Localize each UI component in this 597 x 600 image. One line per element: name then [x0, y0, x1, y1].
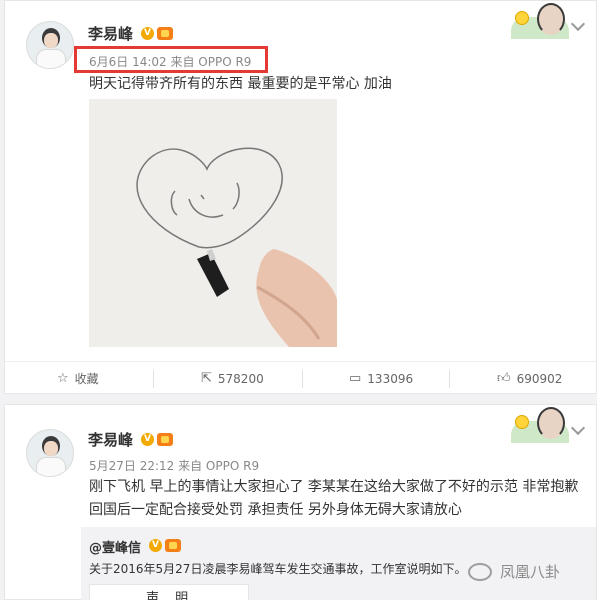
post-text: 明天记得带齐所有的东西 最重要的是平常心 加油 — [89, 76, 392, 92]
comment-button[interactable]: ▭ 133096 — [349, 362, 413, 395]
avatar[interactable] — [26, 21, 74, 69]
highlight-box — [74, 46, 268, 73]
post-image[interactable] — [89, 99, 337, 347]
card-decoration-icon — [511, 3, 569, 39]
quoted-author[interactable]: @壹峰信 — [89, 537, 141, 556]
repost-button[interactable]: ⇱ 578200 — [201, 362, 264, 395]
avatar[interactable] — [26, 429, 74, 477]
verified-icon: V — [141, 433, 154, 446]
repost-icon: ⇱ — [201, 371, 212, 386]
vip-icon — [157, 27, 173, 40]
author-name[interactable]: 李易峰 — [88, 429, 133, 450]
verified-icon: V — [149, 539, 162, 552]
watermark-text: 凤凰八卦 — [500, 563, 561, 581]
post-text-line-1: 刚下飞机 早上的事情让大家担心了 李某某在这给大家做了不好的示范 非常抱歉 — [89, 479, 579, 495]
thumbs-up-icon: 👍︎ — [497, 371, 511, 386]
post-actions: ☆ 收藏 ⇱ 578200 ▭ 133096 👍︎ 690902 — [5, 361, 596, 394]
card-decoration-icon — [511, 407, 569, 443]
vip-icon — [165, 539, 181, 552]
star-icon: ☆ — [57, 371, 69, 386]
statement-preview[interactable]: 声 明 — [89, 584, 249, 600]
like-count: 690902 — [516, 371, 563, 386]
watermark: 凤凰八卦 — [468, 561, 560, 582]
like-button[interactable]: 👍︎ 690902 — [497, 362, 562, 395]
verified-icon: V — [141, 27, 154, 40]
heart-drawing-icon — [89, 99, 337, 347]
post-text-line-2: 回国后一定配合接受处罚 承担责任 另外身体无碍大家请放心 — [89, 502, 462, 518]
comment-count: 133096 — [367, 371, 414, 386]
weibo-post-card: 李易峰 V 6月6日 14:02 来自 OPPO R9 明天记得带齐所有的东西 … — [4, 0, 597, 394]
favorite-button[interactable]: ☆ 收藏 — [57, 362, 99, 395]
comment-icon: ▭ — [349, 371, 362, 386]
favorite-label: 收藏 — [74, 372, 99, 386]
post-meta: 5月27日 22:12 来自 OPPO R9 — [89, 459, 260, 473]
repost-count: 578200 — [217, 371, 264, 386]
statement-title: 声 明 — [146, 591, 195, 600]
vip-icon — [157, 433, 173, 446]
chevron-down-icon[interactable] — [570, 16, 586, 32]
wechat-icon — [468, 562, 492, 581]
chevron-down-icon[interactable] — [570, 420, 586, 436]
author-name[interactable]: 李易峰 — [88, 23, 133, 44]
quoted-text: 关于2016年5月27日凌晨李易峰驾车发生交通事故，工作室说明如下。 — [89, 562, 467, 576]
